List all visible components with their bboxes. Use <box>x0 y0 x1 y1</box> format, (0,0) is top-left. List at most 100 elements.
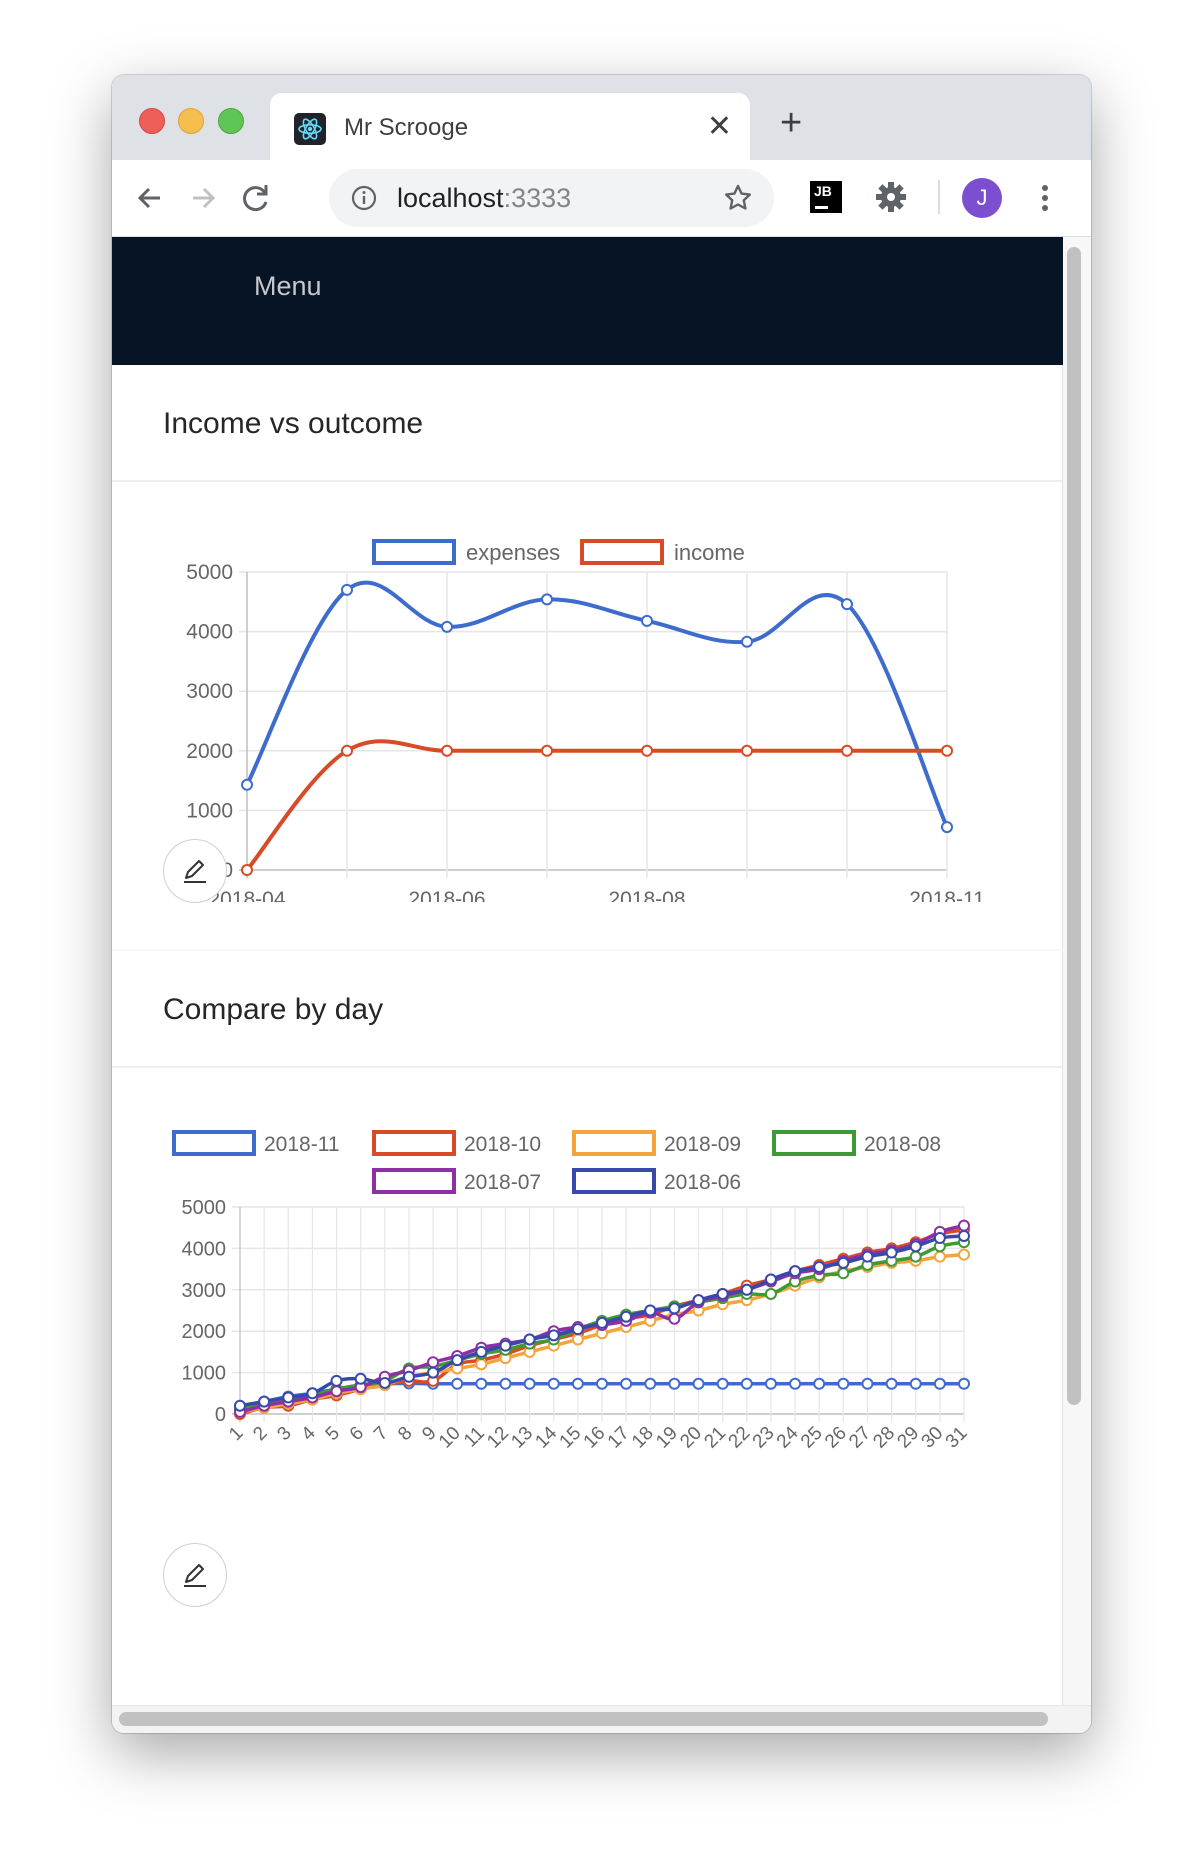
data-point <box>402 1370 415 1383</box>
x-tick-label: 6 <box>346 1423 368 1445</box>
horizontal-scrollbar[interactable] <box>119 1712 1048 1726</box>
y-tick-label: 5000 <box>186 561 233 584</box>
x-tick-label: 31 <box>942 1423 972 1453</box>
data-point <box>668 1312 681 1325</box>
data-point <box>475 1345 488 1358</box>
gear-extension-icon[interactable] <box>874 180 908 214</box>
pencil-icon <box>184 860 206 883</box>
data-point <box>668 1302 681 1315</box>
data-point <box>306 1387 319 1400</box>
y-tick-label: 1000 <box>186 799 233 822</box>
data-point <box>764 1287 777 1300</box>
x-tick-label: 7 <box>370 1423 392 1445</box>
data-point <box>741 744 753 757</box>
data-point <box>541 593 553 606</box>
maximize-window-button[interactable] <box>218 108 244 134</box>
legend-swatch <box>372 539 456 565</box>
legend-swatch <box>572 1168 656 1194</box>
data-point <box>909 1240 922 1253</box>
data-point <box>571 1377 584 1390</box>
data-point <box>241 864 253 876</box>
data-point <box>596 1316 608 1329</box>
close-window-button[interactable] <box>139 108 165 134</box>
legend-label: 2018-10 <box>464 1133 541 1156</box>
data-point <box>354 1372 367 1385</box>
url-host: localhost <box>397 183 504 213</box>
new-tab-button[interactable]: + <box>780 103 802 143</box>
data-point <box>523 1333 536 1346</box>
x-tick-label: 9 <box>418 1423 440 1445</box>
data-point <box>933 1250 946 1263</box>
y-tick-label: 3000 <box>186 680 233 703</box>
data-point <box>641 744 653 757</box>
x-tick-label: 2 <box>249 1423 271 1445</box>
data-point <box>861 1250 874 1263</box>
data-point <box>499 1339 512 1352</box>
edit-chart-button[interactable] <box>163 1543 227 1607</box>
data-point <box>427 1366 440 1379</box>
data-point <box>427 1356 440 1369</box>
data-point <box>941 821 953 834</box>
data-point <box>571 1333 584 1346</box>
data-point <box>523 1377 536 1390</box>
data-point <box>740 1283 753 1296</box>
toolbar-separator <box>938 180 940 214</box>
data-point <box>885 1246 898 1259</box>
data-point <box>541 744 553 757</box>
data-point <box>641 614 653 627</box>
data-point <box>837 1377 850 1390</box>
y-tick-label: 5000 <box>182 1197 227 1219</box>
browser-window: Mr Scrooge ✕ + localhost:3333 JB J Menu … <box>112 75 1091 1733</box>
data-point <box>620 1310 633 1323</box>
data-point <box>837 1256 850 1269</box>
forward-arrow-icon[interactable] <box>183 178 223 218</box>
edit-chart-button[interactable] <box>163 839 227 903</box>
x-tick-label: 1 <box>225 1423 247 1445</box>
data-point <box>692 1377 705 1390</box>
legend-swatch <box>572 1130 656 1156</box>
address-bar[interactable]: localhost:3333 <box>329 169 774 227</box>
data-point <box>837 1267 850 1280</box>
tab-close-icon[interactable]: ✕ <box>707 107 732 147</box>
data-point <box>234 1399 246 1412</box>
legend-label: income <box>674 540 745 565</box>
info-icon[interactable] <box>351 185 377 211</box>
data-point <box>620 1377 633 1390</box>
data-point <box>741 635 753 648</box>
minimize-window-button[interactable] <box>178 108 204 134</box>
react-favicon-icon <box>294 113 326 145</box>
compare-by-day-chart: 0100020003000400050001 2 3 4 5 6 7 8 91011121314… <box>172 1130 972 1453</box>
data-point <box>933 1232 946 1245</box>
x-tick-label: 2018-06 <box>408 888 485 902</box>
data-point <box>378 1376 391 1389</box>
url-port: :3333 <box>503 183 572 213</box>
back-arrow-icon[interactable] <box>130 178 170 218</box>
series-line <box>245 739 947 872</box>
pencil-icon <box>184 1564 206 1587</box>
profile-avatar[interactable]: J <box>962 178 1002 218</box>
y-tick-label: 3000 <box>182 1280 227 1302</box>
jetbrains-extension-icon[interactable]: JB <box>810 181 842 213</box>
legend-swatch <box>372 1130 456 1156</box>
data-point <box>958 1377 970 1390</box>
browser-menu-icon[interactable] <box>1039 178 1051 218</box>
y-tick-label: 2000 <box>186 740 233 763</box>
data-point <box>861 1377 874 1390</box>
card-title: Income vs outcome <box>163 407 424 440</box>
reload-icon[interactable] <box>236 178 276 218</box>
data-point <box>499 1377 512 1390</box>
data-point <box>958 1248 970 1261</box>
x-tick-label: 4 <box>298 1422 321 1445</box>
x-tick-label: 3 <box>273 1423 295 1445</box>
browser-toolbar: localhost:3333 JB J <box>112 160 1091 237</box>
data-point <box>909 1377 922 1390</box>
card-header: Compare by day <box>112 951 1062 1068</box>
menu-button[interactable]: Menu <box>254 271 322 302</box>
legend-label: 2018-11 <box>264 1133 340 1156</box>
data-point <box>740 1377 753 1390</box>
browser-tab[interactable]: Mr Scrooge ✕ <box>270 93 750 160</box>
bookmark-star-icon[interactable] <box>722 182 754 214</box>
vertical-scrollbar[interactable] <box>1067 247 1081 1405</box>
data-point <box>330 1385 343 1398</box>
data-point <box>933 1377 946 1390</box>
